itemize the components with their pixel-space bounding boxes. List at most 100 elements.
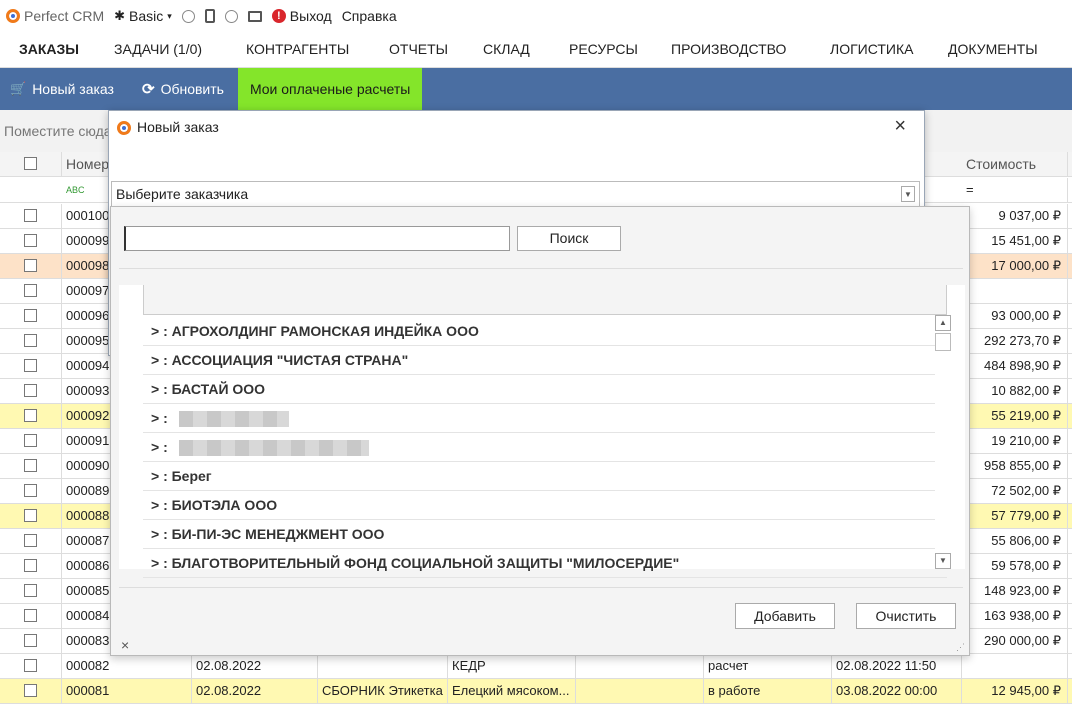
row-checkbox[interactable]: [24, 409, 37, 422]
row-checkbox-cell[interactable]: [0, 304, 62, 328]
row-checkbox[interactable]: [24, 234, 37, 247]
row-checkbox[interactable]: [24, 284, 37, 297]
row-checkbox-cell[interactable]: [0, 254, 62, 278]
row-checkbox[interactable]: [24, 609, 37, 622]
row-checkbox[interactable]: [24, 359, 37, 372]
row-checkbox-cell[interactable]: [0, 679, 62, 703]
list-scrollbar[interactable]: ▲ ▼: [935, 315, 951, 569]
cell-cost: 15 451,00 ₽: [962, 229, 1068, 253]
scroll-thumb[interactable]: [935, 333, 951, 351]
title-bar: Perfect CRM ✱ Basic ▾ ! Выход Справка: [0, 0, 1072, 32]
monitor-icon[interactable]: [247, 10, 262, 22]
menu-tasks[interactable]: ЗАДАЧИ (1/0): [114, 41, 202, 57]
menu-logistics[interactable]: ЛОГИСТИКА: [830, 41, 913, 57]
menu-warehouse[interactable]: СКЛАД: [483, 41, 530, 57]
list-item[interactable]: > : БАСТАЙ ООО: [143, 375, 947, 404]
customer-search-input[interactable]: [124, 226, 510, 251]
row-checkbox-cell[interactable]: [0, 579, 62, 603]
plan-label: Basic: [129, 8, 164, 24]
row-checkbox-cell[interactable]: [0, 204, 62, 228]
cell-date: 02.08.2022: [192, 654, 318, 678]
row-checkbox-cell[interactable]: [0, 379, 62, 403]
clear-button[interactable]: Очистить: [856, 603, 956, 629]
row-checkbox[interactable]: [24, 684, 37, 697]
menu-resources[interactable]: РЕСУРСЫ: [569, 41, 638, 57]
exit-label: Выход: [289, 8, 332, 24]
row-checkbox-cell[interactable]: [0, 629, 62, 653]
search-button[interactable]: Поиск: [517, 226, 621, 251]
list-item[interactable]: > : БЛАГОТВОРИТЕЛЬНЫЙ ФОНД СОЦИАЛЬНОЙ ЗА…: [143, 549, 947, 578]
exit-icon: !: [271, 9, 286, 23]
list-item[interactable]: > : АССОЦИАЦИЯ "ЧИСТАЯ СТРАНА": [143, 346, 947, 375]
row-checkbox-cell[interactable]: [0, 654, 62, 678]
row-checkbox-cell[interactable]: [0, 479, 62, 503]
row-checkbox-cell[interactable]: [0, 404, 62, 428]
list-item[interactable]: > :: [143, 433, 947, 462]
table-row[interactable]: 000082 02.08.2022 КЕДР расчет 02.08.2022 11:…: [0, 654, 1072, 679]
row-checkbox-cell[interactable]: [0, 454, 62, 478]
list-item[interactable]: > :: [143, 404, 947, 433]
add-button[interactable]: Добавить: [735, 603, 835, 629]
menu-contractors[interactable]: КОНТРАГЕНТЫ: [246, 41, 349, 57]
list-item[interactable]: > : БИОТЭЛА ООО: [143, 491, 947, 520]
menu-orders[interactable]: ЗАКАЗЫ: [19, 41, 79, 57]
cell-number: 000081: [62, 679, 192, 703]
radio-desktop[interactable]: [224, 9, 238, 23]
row-checkbox[interactable]: [24, 559, 37, 572]
new-order-button[interactable]: 🛒 Новый заказ: [0, 68, 126, 110]
row-checkbox[interactable]: [24, 509, 37, 522]
close-icon[interactable]: ×: [894, 115, 906, 138]
row-checkbox-cell[interactable]: [0, 354, 62, 378]
cell-cost: 484 898,90 ₽: [962, 354, 1068, 378]
row-checkbox[interactable]: [24, 334, 37, 347]
menu-production[interactable]: ПРОИЗВОДСТВО: [671, 41, 786, 57]
resize-grip-icon[interactable]: ⋰: [956, 642, 965, 653]
row-checkbox-cell[interactable]: [0, 529, 62, 553]
header-select-all[interactable]: [0, 152, 62, 176]
row-checkbox[interactable]: [24, 584, 37, 597]
scroll-down-icon[interactable]: ▼: [935, 553, 951, 569]
row-checkbox[interactable]: [24, 534, 37, 547]
row-checkbox[interactable]: [24, 434, 37, 447]
customer-select[interactable]: Выберите заказчика ▼: [111, 181, 920, 207]
menu-documents[interactable]: ДОКУМЕНТЫ: [948, 41, 1038, 57]
row-checkbox-cell[interactable]: [0, 554, 62, 578]
row-checkbox[interactable]: [24, 484, 37, 497]
row-checkbox-cell[interactable]: [0, 229, 62, 253]
refresh-label: Обновить: [160, 81, 224, 97]
row-checkbox[interactable]: [24, 309, 37, 322]
row-checkbox[interactable]: [24, 384, 37, 397]
list-item-label: > : БЛАГОТВОРИТЕЛЬНЫЙ ФОНД СОЦИАЛЬНОЙ ЗА…: [151, 555, 680, 571]
scroll-up-icon[interactable]: ▲: [935, 315, 951, 331]
row-checkbox[interactable]: [24, 659, 37, 672]
cell-cost: 59 578,00 ₽: [962, 554, 1068, 578]
row-checkbox[interactable]: [24, 459, 37, 472]
menu-reports[interactable]: ОТЧЕТЫ: [389, 41, 448, 57]
customer-list: > : АГРОХОЛДИНГ РАМОНСКАЯ ИНДЕЙКА ООО > :…: [119, 285, 965, 578]
refresh-button[interactable]: ⟳ Обновить: [126, 68, 236, 110]
close-icon[interactable]: ×: [121, 637, 129, 653]
row-checkbox-cell[interactable]: [0, 279, 62, 303]
row-checkbox-cell[interactable]: [0, 504, 62, 528]
table-row[interactable]: 000081 02.08.2022 СБОРНИК Этикетка Елецкий …: [0, 679, 1072, 704]
list-item-label: > : БИ-ПИ-ЭС МЕНЕДЖМЕНТ ООО: [151, 526, 385, 542]
exit-button[interactable]: ! Выход: [271, 8, 332, 24]
row-checkbox[interactable]: [24, 259, 37, 272]
new-order-label: Новый заказ: [32, 81, 114, 97]
row-checkbox-cell[interactable]: [0, 329, 62, 353]
list-item[interactable]: > : Берег: [143, 462, 947, 491]
header-cost[interactable]: Стоимость: [962, 152, 1068, 176]
row-checkbox-cell[interactable]: [0, 429, 62, 453]
list-item[interactable]: > : БИ-ПИ-ЭС МЕНЕДЖМЕНТ ООО: [143, 520, 947, 549]
mobile-icon[interactable]: [204, 9, 215, 23]
my-paid-button[interactable]: Мои оплаченые расчеты: [237, 68, 423, 110]
row-checkbox-cell[interactable]: [0, 604, 62, 628]
chevron-down-icon[interactable]: ▼: [901, 186, 915, 202]
row-checkbox[interactable]: [24, 634, 37, 647]
list-item[interactable]: > : АГРОХОЛДИНГ РАМОНСКАЯ ИНДЕЙКА ООО: [143, 317, 947, 346]
row-checkbox[interactable]: [24, 209, 37, 222]
cost-filter[interactable]: =: [962, 178, 1068, 202]
help-link[interactable]: Справка: [342, 8, 397, 24]
plan-selector[interactable]: ✱ Basic ▾: [114, 8, 172, 24]
radio-mobile[interactable]: [181, 9, 195, 23]
